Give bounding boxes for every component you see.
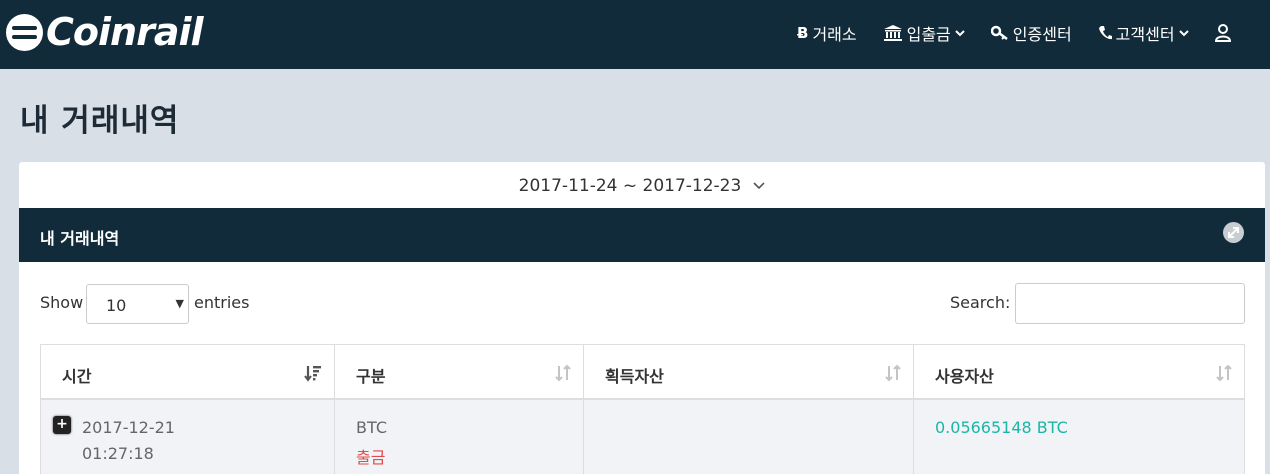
- cell-type: BTC 출금: [334, 400, 583, 474]
- sort-icon: [1216, 364, 1232, 386]
- entries-select[interactable]: 10 ▼: [86, 284, 189, 324]
- nav-deposit-label: 입출금: [906, 25, 951, 44]
- history-table: 시간 구분 획득자산 사용자산 + 2017-12-21 01:27:18 BT…: [40, 344, 1245, 474]
- search-input[interactable]: [1015, 283, 1245, 324]
- chevron-down-icon: [1178, 29, 1189, 37]
- cell-time: + 2017-12-21 01:27:18: [40, 400, 334, 474]
- row-date: 2017-12-21: [82, 418, 175, 437]
- chevron-down-icon: [753, 179, 765, 193]
- nav-verification[interactable]: 인증센터: [990, 21, 1072, 45]
- panel-header: 내 거래내역: [19, 208, 1265, 262]
- table-header: 시간 구분 획득자산 사용자산: [40, 345, 1245, 400]
- column-header-type[interactable]: 구분: [334, 345, 583, 398]
- date-filter: 2017-11-24 ~ 2017-12-23: [19, 162, 1265, 209]
- nav-exchange[interactable]: Ƀ 거래소: [797, 21, 857, 45]
- entries-value: 10: [106, 296, 127, 315]
- nav-exchange-label: 거래소: [812, 25, 857, 44]
- sort-desc-icon: [304, 364, 322, 386]
- brand-logo[interactable]: Coinrail: [6, 10, 204, 54]
- nav-deposit[interactable]: 입출금: [883, 21, 965, 45]
- expand-row-icon[interactable]: +: [53, 416, 71, 434]
- date-range-dropdown[interactable]: 2017-11-24 ~ 2017-12-23: [519, 176, 766, 196]
- user-icon: [1214, 24, 1231, 42]
- phone-icon: [1098, 25, 1112, 41]
- nav-verification-label: 인증센터: [1012, 25, 1072, 44]
- brand-name: Coinrail: [46, 10, 204, 54]
- page-title: 내 거래내역: [20, 103, 180, 139]
- table-row: + 2017-12-21 01:27:18 BTC 출금 0.05665148 …: [40, 400, 1245, 474]
- key-icon: [990, 25, 1009, 41]
- column-header-acquired[interactable]: 획득자산: [583, 345, 913, 398]
- show-label: Show: [40, 293, 84, 312]
- logo-icon: [6, 13, 43, 51]
- row-type: 출금: [356, 448, 386, 467]
- row-used: 0.05665148 BTC: [935, 418, 1068, 437]
- sort-icon: [885, 364, 901, 386]
- caret-down-icon: ▼: [175, 297, 184, 310]
- entries-label: entries: [194, 293, 250, 312]
- column-header-used[interactable]: 사용자산: [913, 345, 1245, 398]
- bank-icon: [883, 24, 903, 42]
- main-nav: Ƀ 거래소 입출금 인증센터 고객센터: [797, 21, 1235, 45]
- column-header-time[interactable]: 시간: [40, 345, 334, 398]
- trade-history-panel: 내 거래내역 Show 10 ▼ entries Search: 시간 구분 획…: [19, 208, 1265, 474]
- expand-icon[interactable]: [1223, 222, 1244, 243]
- nav-support-label: 고객센터: [1115, 25, 1175, 44]
- panel-title: 내 거래내역: [40, 229, 120, 248]
- nav-user[interactable]: [1214, 24, 1235, 42]
- top-navbar: Coinrail Ƀ 거래소 입출금 인증센터 고객센터: [0, 0, 1270, 69]
- row-time: 01:27:18: [82, 444, 154, 463]
- chevron-down-icon: [955, 29, 965, 37]
- cell-used: 0.05665148 BTC: [913, 400, 1245, 474]
- date-range-label: 2017-11-24 ~ 2017-12-23: [518, 176, 742, 196]
- row-currency: BTC: [356, 418, 387, 437]
- cell-acquired: [583, 400, 913, 474]
- sort-icon: [555, 364, 571, 386]
- search-label: Search:: [950, 293, 1011, 312]
- nav-support[interactable]: 고객센터: [1098, 21, 1189, 45]
- bitcoin-icon: Ƀ: [797, 24, 809, 42]
